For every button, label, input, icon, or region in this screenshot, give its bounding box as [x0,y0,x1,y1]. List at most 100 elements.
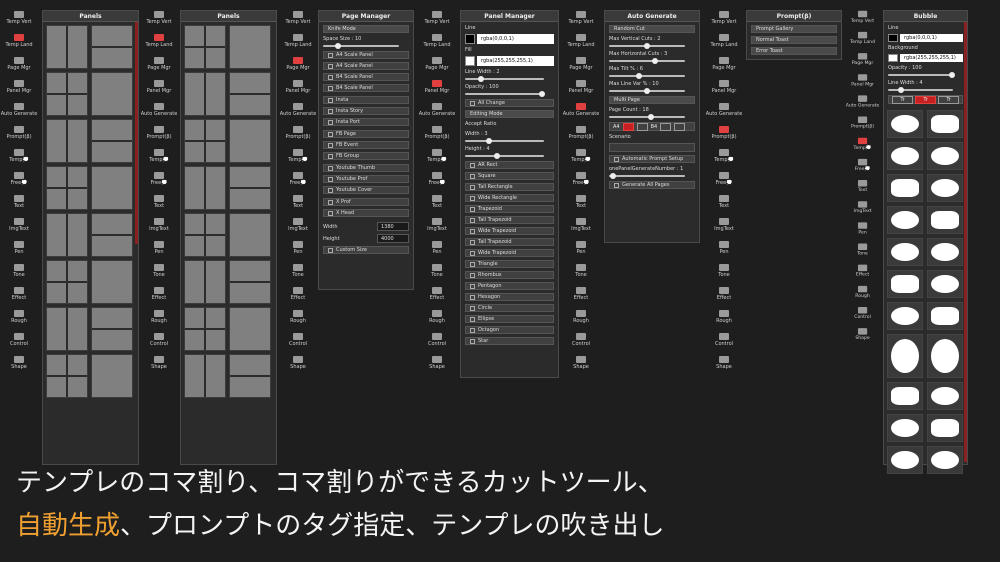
toolbar-item[interactable]: Rough [141,307,177,330]
template-thumbnail[interactable] [229,213,271,257]
youtube-size-item[interactable]: Youtube Prof [323,175,409,183]
bubble-template[interactable] [887,270,923,298]
toolbar-item[interactable]: Temp Vert [280,8,316,31]
toolbar-item[interactable]: Auto Generate [419,100,455,123]
toolbar-item[interactable]: Control [706,330,742,353]
paper-size-item[interactable]: A4 Scale Panel [323,51,409,59]
template-thumbnail[interactable] [184,260,226,304]
cut-setting-slider[interactable] [609,43,685,49]
toolbar-item[interactable]: Prompt(β) [280,123,316,146]
line-width-slider[interactable] [465,76,544,82]
paper-size-item[interactable]: A4 Scale Panel [323,62,409,70]
custom-size-button[interactable]: Custom Size [323,246,409,254]
toolbar-item[interactable]: Text [706,192,742,215]
height-slider[interactable] [465,153,544,159]
shape-item[interactable]: Rhombus [465,271,554,279]
bubble-template[interactable] [927,110,963,138]
toolbar-item[interactable]: Free💭 [706,169,742,192]
toolbar-item[interactable]: Rough [563,307,599,330]
b4-landscape-button[interactable] [674,122,686,131]
toolbar-item[interactable]: Page Mgr [846,50,879,71]
toolbar-item[interactable]: ImgText [141,215,177,238]
toolbar-item[interactable]: Pen [706,238,742,261]
bubble-template[interactable] [887,334,923,378]
toolbar-item[interactable]: Pen [280,238,316,261]
toolbar-item[interactable]: Temp💭 [563,146,599,169]
b4-portrait-button[interactable] [660,122,672,131]
bubble-template[interactable] [887,302,923,330]
toolbar-item[interactable]: Text [563,192,599,215]
shape-item[interactable]: Tall Trapezoid [465,238,554,246]
toolbar-item[interactable]: Text [846,177,879,198]
editing-mode-button[interactable]: Editing Mode [465,110,554,118]
toolbar-item[interactable]: Pen [141,238,177,261]
toolbar-item[interactable]: Prompt(β) [141,123,177,146]
toolbar-item[interactable]: Free💭 [419,169,455,192]
tail-none-button[interactable]: Tr [892,95,913,104]
toolbar-item[interactable]: Rough [706,307,742,330]
toolbar-item[interactable]: Tone [280,261,316,284]
shape-item[interactable]: Triangle [465,260,554,268]
toolbar-item[interactable]: Auto Generate [1,100,37,123]
toolbar-item[interactable]: Prompt(β) [563,123,599,146]
toolbar-item[interactable]: Panel Mgr [1,77,37,100]
template-thumbnail[interactable] [184,166,226,210]
bubble-line-input[interactable]: rgba(0,0,0,1) [900,34,963,42]
toolbar-item[interactable]: Temp Vert [1,8,37,31]
toolbar-item[interactable]: Effect [280,284,316,307]
toolbar-item[interactable]: Effect [1,284,37,307]
template-thumbnail[interactable] [46,25,88,69]
toolbar-item[interactable]: Temp Vert [563,8,599,31]
shape-item[interactable]: Octagon [465,326,554,334]
template-thumbnail[interactable] [91,119,133,163]
template-thumbnail[interactable] [46,72,88,116]
generate-all-button[interactable]: Generate All Pages [609,181,695,189]
toolbar-item[interactable]: Temp Land [141,31,177,54]
multi-page-button[interactable]: Multi Page [609,96,695,104]
space-size-slider[interactable] [323,43,399,49]
toolbar-item[interactable]: ImgText [419,215,455,238]
a4-portrait-button[interactable] [622,122,634,131]
x-size-item[interactable]: X Head [323,209,409,217]
toolbar-item[interactable]: Prompt(β) [419,123,455,146]
toolbar-item[interactable]: Page Mgr [141,54,177,77]
toolbar-item[interactable]: Pen [846,220,879,241]
template-thumbnail[interactable] [184,119,226,163]
template-thumbnail[interactable] [91,354,133,398]
toolbar-item[interactable]: Panel Mgr [280,77,316,100]
bubble-template[interactable] [887,382,923,410]
shape-item[interactable]: Wide Rectangle [465,194,554,202]
slider-knob[interactable] [651,58,658,64]
youtube-size-item[interactable]: Youtube Cover [323,186,409,194]
slider-knob[interactable] [644,43,650,49]
prompt-menu-item[interactable]: Normal Toast [751,36,837,44]
toolbar-item[interactable]: Prompt(β) [846,114,879,135]
toolbar-item[interactable]: Auto Generate [846,93,879,114]
toolbar-item[interactable]: Tone [563,261,599,284]
insta-size-item[interactable]: Insta Story [323,107,409,115]
paper-size-item[interactable]: B4 Scale Panel [323,73,409,81]
toolbar-item[interactable]: Tone [141,261,177,284]
template-thumbnail[interactable] [229,72,271,116]
bubble-template[interactable] [927,206,963,234]
shape-item[interactable]: Tall Rectangle [465,183,554,191]
toolbar-item[interactable]: Temp💭 [419,146,455,169]
bubble-template[interactable] [927,238,963,266]
toolbar-item[interactable]: Temp Land [846,29,879,50]
shape-item[interactable]: Tall Trapezoid [465,216,554,224]
bubble-line-width-slider[interactable] [888,87,953,93]
fill-color-input[interactable]: rgba(255,255,255,1) [477,56,554,66]
a4-landscape-button[interactable] [636,122,648,131]
toolbar-item[interactable]: Rough [280,307,316,330]
toolbar-item[interactable]: Shape [1,353,37,376]
scrollbar[interactable] [964,22,967,462]
shape-item[interactable]: AR Rect [465,161,554,169]
bubble-template[interactable] [887,238,923,266]
toolbar-item[interactable]: Pen [1,238,37,261]
all-change-button[interactable]: All Change [465,99,554,107]
toolbar-item[interactable]: Rough [846,283,879,304]
scenario-select[interactable] [609,143,695,152]
bubble-template[interactable] [887,414,923,442]
height-input[interactable]: 4000 [377,234,409,243]
template-thumbnail[interactable] [184,213,226,257]
